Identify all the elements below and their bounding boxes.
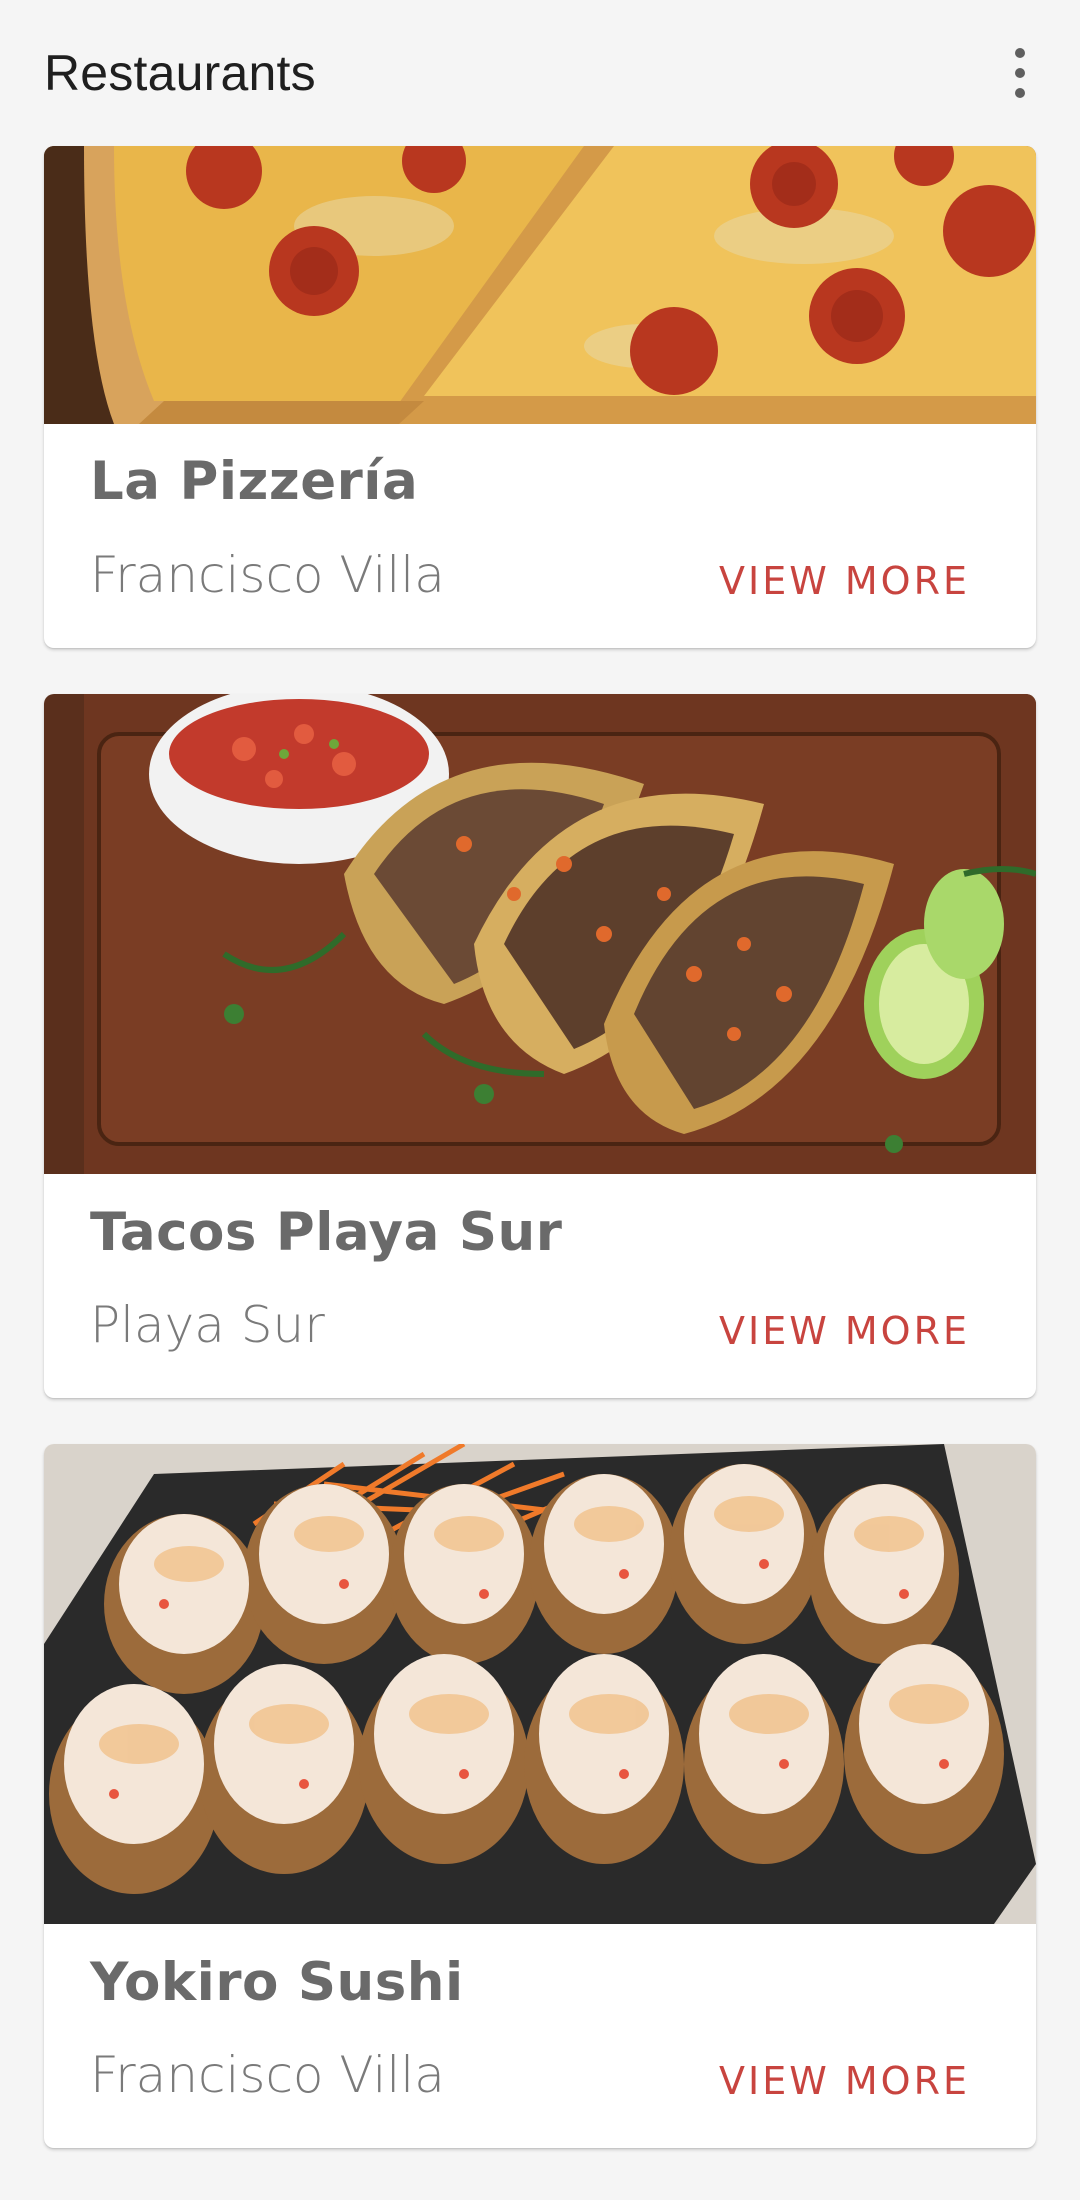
page-title: Restaurants: [44, 45, 316, 101]
tacos-photo: [44, 694, 1036, 1174]
restaurant-card[interactable]: La Pizzería Francisco Villa VIEW MORE: [44, 146, 1036, 648]
app-bar: Restaurants: [0, 0, 1080, 146]
restaurant-location: Francisco Villa: [90, 2046, 445, 2104]
restaurant-card[interactable]: Tacos Playa Sur Playa Sur VIEW MORE: [44, 694, 1036, 1398]
restaurant-location: Playa Sur: [90, 1296, 325, 1354]
view-more-button[interactable]: VIEW MORE: [719, 2059, 970, 2103]
restaurant-location: Francisco Villa: [90, 546, 445, 604]
restaurant-name: Tacos Playa Sur: [90, 1202, 563, 1263]
more-vert-icon[interactable]: [990, 33, 1050, 113]
view-more-button[interactable]: VIEW MORE: [719, 559, 970, 603]
restaurant-card[interactable]: Yokiro Sushi Francisco Villa VIEW MORE: [44, 1444, 1036, 2148]
restaurant-name: La Pizzería: [90, 451, 419, 512]
pizza-photo: [44, 146, 1036, 424]
sushi-photo: [44, 1444, 1036, 1924]
restaurant-name: Yokiro Sushi: [90, 1952, 464, 2013]
view-more-button[interactable]: VIEW MORE: [719, 1309, 970, 1353]
